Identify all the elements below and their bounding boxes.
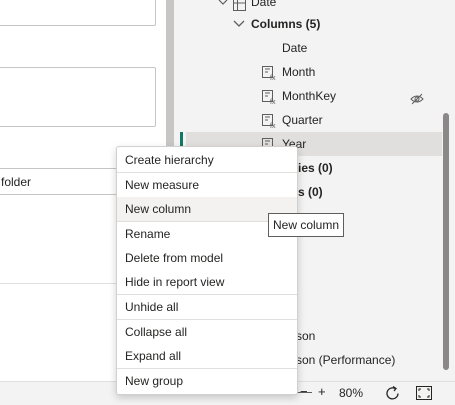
display-folder-input[interactable]: folder bbox=[0, 168, 128, 195]
svg-text:fx: fx bbox=[270, 123, 276, 128]
svg-text:fx: fx bbox=[270, 75, 276, 80]
fullscreen-icon[interactable] bbox=[416, 386, 432, 403]
column-label: Quarter bbox=[282, 113, 323, 127]
chevron-down-icon bbox=[233, 13, 245, 42]
calculated-column-icon: fx bbox=[262, 65, 276, 82]
column-label: Date bbox=[282, 41, 308, 55]
menu-item-label: Hide in report view bbox=[125, 275, 225, 289]
menu-item-label: Rename bbox=[125, 227, 171, 241]
column-label: Month bbox=[282, 65, 316, 79]
menu-item-unhide-all[interactable]: Unhide all bbox=[117, 295, 297, 319]
menu-item-label: Expand all bbox=[125, 349, 182, 363]
table-label: son bbox=[296, 329, 316, 343]
menu-item-expand-all[interactable]: Expand all bbox=[117, 344, 297, 368]
columns-group-label: Columns (5) bbox=[251, 17, 321, 31]
fit-to-page-icon[interactable] bbox=[384, 385, 401, 405]
chevron-down-icon bbox=[218, 0, 228, 20]
menu-item-create-hierarchy[interactable]: Create hierarchy bbox=[117, 148, 297, 172]
tree-column-monthkey[interactable]: fx MonthKey bbox=[262, 85, 427, 107]
calculated-column-icon: fx bbox=[262, 89, 276, 106]
column-label: MonthKey bbox=[282, 89, 337, 103]
tree-measures-group[interactable]: s (0) bbox=[298, 181, 323, 203]
calculated-column-icon: fx bbox=[262, 113, 276, 130]
menu-item-delete-from-model[interactable]: Delete from model bbox=[117, 246, 297, 270]
hidden-eye-icon[interactable] bbox=[410, 90, 424, 112]
tree-table-item[interactable]: son bbox=[296, 325, 315, 347]
menu-item-label: Collapse all bbox=[125, 325, 188, 339]
vertical-scrollbar[interactable] bbox=[443, 113, 449, 370]
tooltip-text: New column bbox=[273, 218, 340, 232]
context-menu: Create hierarchy New measure New column … bbox=[116, 146, 298, 395]
menu-item-label: Unhide all bbox=[125, 300, 179, 314]
display-folder-value: folder bbox=[1, 175, 32, 189]
tree-column-date[interactable]: Date bbox=[282, 37, 307, 59]
menu-item-label: Create hierarchy bbox=[125, 153, 214, 167]
menu-item-new-group[interactable]: New group bbox=[117, 369, 297, 393]
svg-text:fx: fx bbox=[270, 99, 276, 104]
tree-hierarchies-group[interactable]: ies (0) bbox=[298, 157, 333, 179]
table-label: son (Performance) bbox=[296, 353, 396, 367]
tree-table-item[interactable]: son (Performance) bbox=[296, 349, 395, 371]
tooltip: New column bbox=[268, 213, 344, 237]
zoom-in-button[interactable]: + bbox=[318, 384, 326, 399]
zoom-level[interactable]: 80% bbox=[339, 386, 363, 400]
measures-label: s (0) bbox=[298, 185, 323, 199]
menu-item-new-measure[interactable]: New measure bbox=[117, 173, 297, 197]
menu-item-label: Delete from model bbox=[125, 251, 224, 265]
menu-item-label: New group bbox=[125, 374, 184, 388]
menu-item-collapse-all[interactable]: Collapse all bbox=[117, 320, 297, 344]
hierarchies-label: ies (0) bbox=[298, 161, 333, 175]
menu-item-label: New column bbox=[125, 202, 192, 216]
table-name: Date bbox=[251, 0, 277, 9]
menu-item-hide-in-report-view[interactable]: Hide in report view bbox=[117, 270, 297, 294]
menu-item-label: New measure bbox=[125, 178, 200, 192]
text-area-description[interactable] bbox=[0, 67, 156, 127]
text-area-top[interactable] bbox=[0, 0, 156, 26]
